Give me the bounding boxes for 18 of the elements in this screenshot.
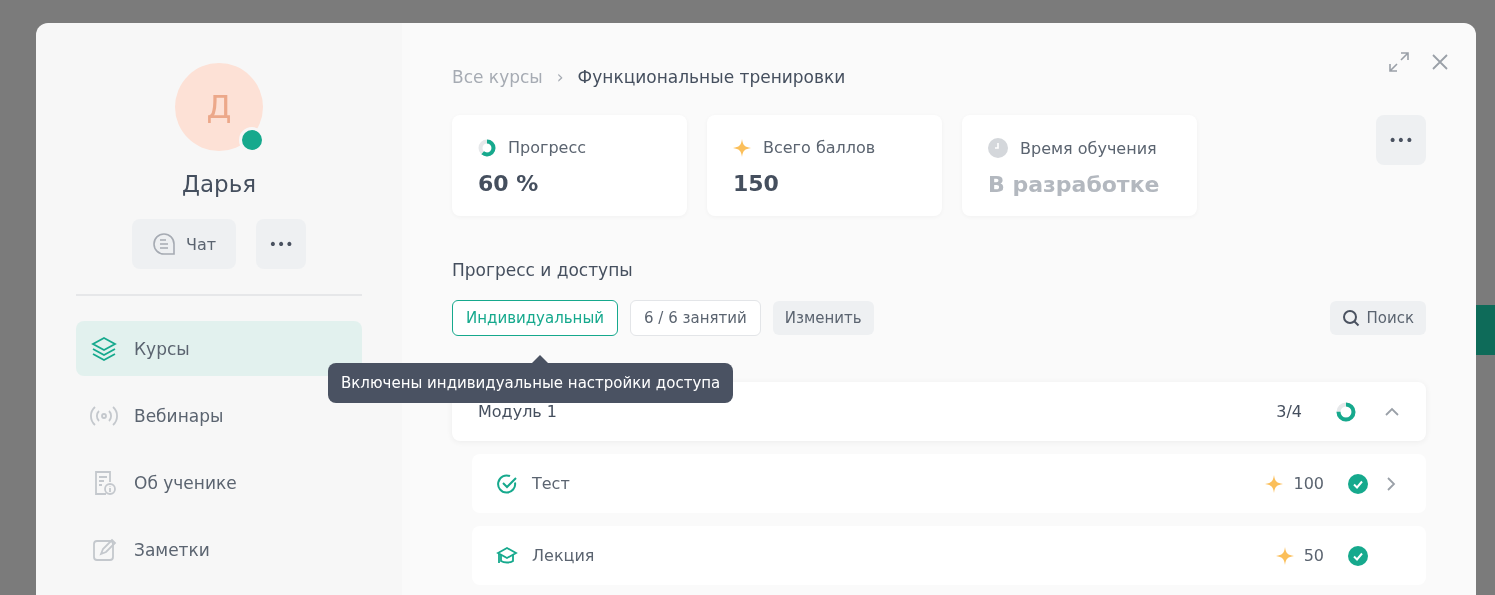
stat-value: 150	[733, 171, 780, 196]
stat-value: В разработке	[988, 172, 1161, 197]
lessons-chip: 6 / 6 занятий	[630, 300, 761, 336]
lesson-points: 50	[1303, 546, 1324, 565]
lesson-title: Лекция	[532, 546, 595, 565]
stat-label: Прогресс	[508, 138, 586, 157]
lesson-points: 100	[1293, 474, 1324, 493]
stat-value: 60 %	[478, 171, 540, 196]
avatar: Д	[175, 63, 263, 151]
stat-label: Всего баллов	[763, 138, 876, 157]
breadcrumb-separator: ›	[556, 67, 564, 87]
breadcrumb-current: Функциональные тренировки	[577, 67, 846, 87]
lesson-title: Тест	[532, 474, 570, 493]
user-name: Дарья	[181, 171, 257, 197]
module-count: 3/4	[1276, 402, 1302, 421]
module-title: Модуль 1	[478, 402, 558, 421]
section-title: Прогресс и доступы	[452, 260, 634, 280]
stat-label: Время обучения	[1020, 138, 1157, 158]
